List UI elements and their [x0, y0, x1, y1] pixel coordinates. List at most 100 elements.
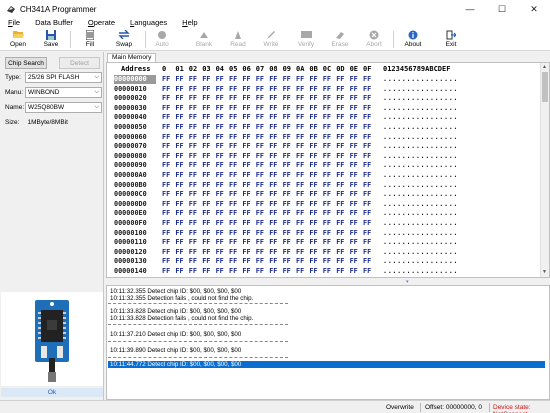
- log-line[interactable]: 10:11:33.828 Detection fails , could not…: [108, 315, 253, 322]
- hex-row[interactable]: 00000080 FF FF FF FF FF FF FF FF FF FF FF FF FF FF FF FF…: [107, 152, 541, 161]
- read-button[interactable]: Read: [230, 29, 246, 50]
- hex-byte[interactable]: FF: [336, 161, 344, 170]
- hex-byte[interactable]: FF: [269, 142, 277, 151]
- hex-byte[interactable]: FF: [309, 85, 317, 94]
- ascii-cell[interactable]: ................: [383, 267, 458, 276]
- hex-byte[interactable]: FF: [363, 152, 371, 161]
- hex-byte[interactable]: FF: [309, 267, 317, 276]
- hex-byte[interactable]: FF: [323, 123, 331, 132]
- hex-byte[interactable]: FF: [323, 209, 331, 218]
- hex-byte[interactable]: FF: [336, 267, 344, 276]
- hex-byte[interactable]: FF: [202, 85, 210, 94]
- hex-row[interactable]: 00000090 FF FF FF FF FF FF FF FF FF FF FF FF FF FF FF FF…: [107, 161, 541, 170]
- hex-byte[interactable]: FF: [242, 161, 250, 170]
- hex-byte[interactable]: FF: [283, 209, 291, 218]
- hex-byte[interactable]: FF: [242, 209, 250, 218]
- hex-row[interactable]: 00000000 FF FF FF FF FF FF FF FF FF FF FF FF FF FF FF FF…: [107, 75, 541, 84]
- hex-byte[interactable]: FF: [336, 190, 344, 199]
- hex-byte[interactable]: FF: [162, 85, 170, 94]
- hex-byte[interactable]: FF: [336, 75, 344, 84]
- minimize-button[interactable]: —: [454, 0, 486, 18]
- ascii-cell[interactable]: ................: [383, 85, 458, 94]
- hex-byte[interactable]: FF: [189, 142, 197, 151]
- hex-byte[interactable]: FF: [323, 229, 331, 238]
- hex-row[interactable]: 00000070 FF FF FF FF FF FF FF FF FF FF FF FF FF FF FF FF…: [107, 142, 541, 151]
- hex-byte[interactable]: FF: [242, 75, 250, 84]
- hex-byte[interactable]: FF: [175, 209, 183, 218]
- hex-byte[interactable]: FF: [162, 229, 170, 238]
- scroll-up-icon[interactable]: ▲: [542, 64, 547, 70]
- hex-byte[interactable]: FF: [363, 113, 371, 122]
- hex-byte[interactable]: FF: [202, 229, 210, 238]
- hex-byte[interactable]: FF: [269, 219, 277, 228]
- hex-byte[interactable]: FF: [296, 257, 304, 266]
- hex-row[interactable]: 000000A0 FF FF FF FF FF FF FF FF FF FF FF FF FF FF FF FF…: [107, 171, 541, 180]
- hex-byte[interactable]: FF: [229, 248, 237, 257]
- hex-byte[interactable]: FF: [363, 85, 371, 94]
- hex-byte[interactable]: FF: [242, 152, 250, 161]
- hex-byte[interactable]: FF: [269, 238, 277, 247]
- hex-byte[interactable]: FF: [336, 229, 344, 238]
- hex-byte[interactable]: FF: [189, 200, 197, 209]
- hex-byte[interactable]: FF: [175, 190, 183, 199]
- hex-byte[interactable]: FF: [242, 133, 250, 142]
- hex-byte[interactable]: FF: [229, 113, 237, 122]
- hex-byte[interactable]: FF: [269, 94, 277, 103]
- hex-byte[interactable]: FF: [162, 152, 170, 161]
- hex-byte[interactable]: FF: [296, 190, 304, 199]
- hex-byte[interactable]: FF: [296, 238, 304, 247]
- hex-byte[interactable]: FF: [350, 123, 358, 132]
- hex-byte[interactable]: FF: [350, 257, 358, 266]
- hex-byte[interactable]: FF: [229, 85, 237, 94]
- hex-byte[interactable]: FF: [256, 219, 264, 228]
- hex-byte[interactable]: FF: [256, 75, 264, 84]
- hex-byte[interactable]: FF: [256, 229, 264, 238]
- hex-row[interactable]: 00000010 FF FF FF FF FF FF FF FF FF FF FF FF FF FF FF FF…: [107, 85, 541, 94]
- hex-byte[interactable]: FF: [189, 75, 197, 84]
- hex-byte[interactable]: FF: [162, 113, 170, 122]
- hex-byte[interactable]: FF: [336, 200, 344, 209]
- hex-byte[interactable]: FF: [323, 257, 331, 266]
- hex-byte[interactable]: FF: [162, 238, 170, 247]
- ascii-cell[interactable]: ................: [383, 133, 458, 142]
- hex-byte[interactable]: FF: [216, 171, 224, 180]
- hex-byte[interactable]: FF: [216, 200, 224, 209]
- hex-byte[interactable]: FF: [269, 229, 277, 238]
- hex-byte[interactable]: FF: [216, 229, 224, 238]
- hex-byte[interactable]: FF: [229, 123, 237, 132]
- hex-byte[interactable]: FF: [242, 181, 250, 190]
- hex-byte[interactable]: FF: [309, 75, 317, 84]
- hex-byte[interactable]: FF: [296, 85, 304, 94]
- hex-byte[interactable]: FF: [256, 171, 264, 180]
- hex-byte[interactable]: FF: [296, 229, 304, 238]
- hex-byte[interactable]: FF: [229, 229, 237, 238]
- hex-byte[interactable]: FF: [189, 104, 197, 113]
- hex-byte[interactable]: FF: [363, 75, 371, 84]
- hex-byte[interactable]: FF: [269, 257, 277, 266]
- hex-byte[interactable]: FF: [216, 238, 224, 247]
- log-line[interactable]: 10:11:32.355 Detection fails , could not…: [108, 295, 253, 302]
- hex-byte[interactable]: FF: [363, 229, 371, 238]
- hex-byte[interactable]: FF: [363, 171, 371, 180]
- hex-byte[interactable]: FF: [216, 104, 224, 113]
- log-line[interactable]: 10:11:44.772 Detect chip ID: $00, $00, $…: [108, 361, 545, 368]
- hex-byte[interactable]: FF: [350, 267, 358, 276]
- hex-byte[interactable]: FF: [229, 200, 237, 209]
- hex-byte[interactable]: FF: [296, 219, 304, 228]
- hex-byte[interactable]: FF: [350, 171, 358, 180]
- hex-byte[interactable]: FF: [283, 229, 291, 238]
- ascii-cell[interactable]: ................: [383, 113, 458, 122]
- hex-byte[interactable]: FF: [296, 200, 304, 209]
- hex-byte[interactable]: FF: [296, 171, 304, 180]
- hex-byte[interactable]: FF: [189, 267, 197, 276]
- hex-row[interactable]: 00000130 FF FF FF FF FF FF FF FF FF FF FF FF FF FF FF FF…: [107, 257, 541, 266]
- ascii-cell[interactable]: ................: [383, 123, 458, 132]
- abort-button[interactable]: Abort: [365, 29, 383, 50]
- hex-byte[interactable]: FF: [216, 161, 224, 170]
- about-button[interactable]: About: [402, 29, 424, 50]
- hex-byte[interactable]: FF: [162, 248, 170, 257]
- hex-row[interactable]: 00000120 FF FF FF FF FF FF FF FF FF FF FF FF FF FF FF FF…: [107, 248, 541, 257]
- hex-byte[interactable]: FF: [350, 229, 358, 238]
- hex-byte[interactable]: FF: [283, 75, 291, 84]
- ascii-cell[interactable]: ................: [383, 181, 458, 190]
